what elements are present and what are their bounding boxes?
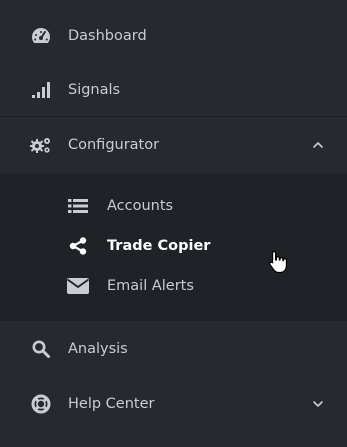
hand-cursor-icon [269,250,287,274]
share-icon [67,237,89,255]
sidebar-item-configurator[interactable]: Configurator [0,117,347,172]
sidebar-nav: Dashboard Signals Configurator Accounts … [0,0,347,447]
configurator-submenu: Accounts Trade Copier Email Alerts [0,173,347,320]
sidebar-item-label: Configurator [68,136,160,153]
sidebar-item-label: Dashboard [68,27,147,44]
submenu-item-label: Accounts [107,198,174,214]
chevron-down-icon [313,400,323,407]
sidebar-item-dashboard[interactable]: Dashboard [0,8,347,63]
sidebar-item-analysis[interactable]: Analysis [0,321,347,376]
gears-icon [30,135,52,155]
life-ring-icon [30,394,52,414]
sidebar-item-label: Analysis [68,340,128,357]
submenu-item-accounts[interactable]: Accounts [0,186,347,226]
sidebar-item-label: Help Center [68,395,155,412]
submenu-item-trade-copier[interactable]: Trade Copier [0,226,347,266]
sidebar-item-label: Signals [68,81,121,98]
sidebar-item-help-center[interactable]: Help Center [0,376,347,431]
search-icon [30,339,52,359]
envelope-icon [67,277,89,295]
submenu-item-label: Email Alerts [107,278,194,294]
chevron-up-icon [313,141,323,148]
signal-bars-icon [30,80,52,100]
sidebar-item-signals[interactable]: Signals [0,62,347,117]
submenu-item-email-alerts[interactable]: Email Alerts [0,266,347,306]
list-icon [67,197,89,215]
submenu-item-label: Trade Copier [107,238,211,254]
tachometer-icon [30,26,52,46]
